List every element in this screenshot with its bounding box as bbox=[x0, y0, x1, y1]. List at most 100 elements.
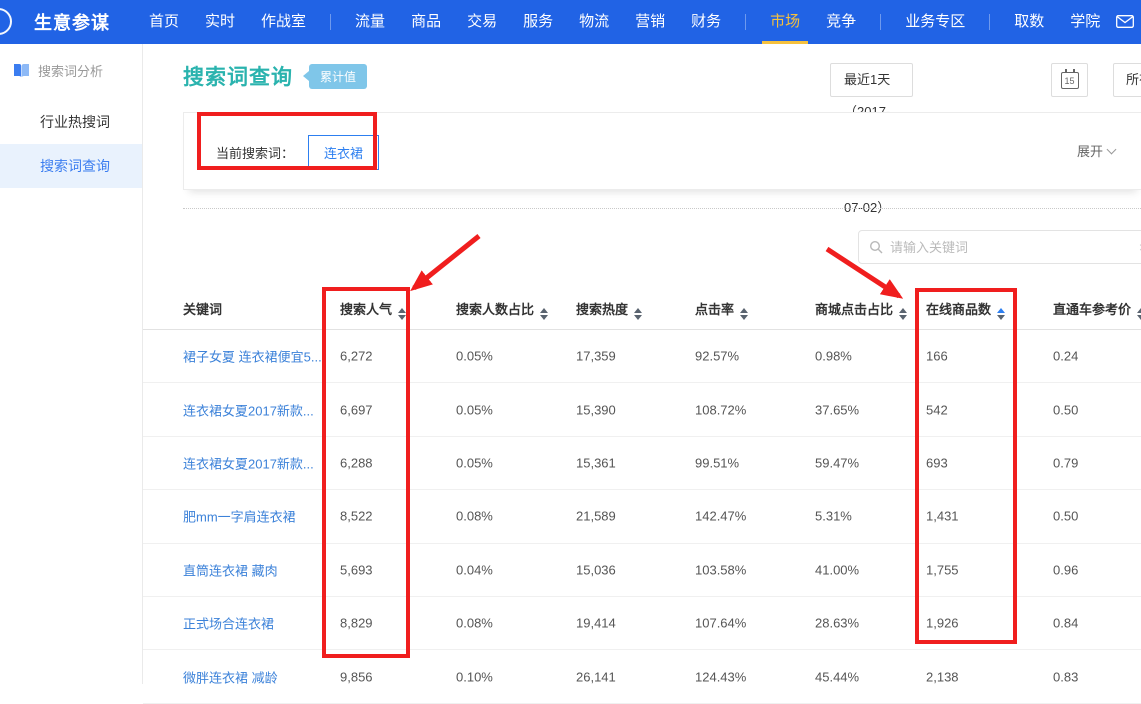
column-label-online-products: 在线商品数 bbox=[926, 302, 991, 317]
cell-mall-click-ratio: 5.31% bbox=[815, 509, 852, 524]
table-row: 直筒连衣裙 藏肉5,6930.04%15,036103.58%41.00%1,7… bbox=[143, 544, 1141, 597]
mail-icon[interactable] bbox=[1116, 15, 1134, 33]
sort-desc-arrow bbox=[1137, 315, 1141, 320]
sidebar-item-industry-hot-words[interactable]: 行业热搜词 bbox=[0, 100, 142, 144]
nav-item-logistics[interactable]: 物流 bbox=[579, 0, 609, 44]
sort-icon-click-rate[interactable] bbox=[740, 308, 748, 320]
column-header-search-popularity[interactable]: 搜索人气 bbox=[340, 290, 406, 330]
cell-search-popularity: 9,856 bbox=[340, 669, 373, 684]
cell-mall-click-ratio: 28.63% bbox=[815, 616, 859, 631]
sort-desc-arrow bbox=[634, 315, 642, 320]
sidebar-section-search-word-analysis[interactable]: 搜索词分析 bbox=[0, 44, 142, 80]
nav-item-war-room[interactable]: 作战室 bbox=[261, 0, 306, 44]
cell-click-rate: 103.58% bbox=[695, 562, 746, 577]
cell-search-heat: 21,589 bbox=[576, 509, 616, 524]
nav-item-realtime[interactable]: 实时 bbox=[205, 0, 235, 44]
app-logo-icon bbox=[0, 8, 12, 35]
column-header-search-heat[interactable]: 搜索热度 bbox=[576, 290, 642, 330]
table-header-row: 关键词 搜索人气 搜索人数占比 搜索热度 点击率 商城点击占比 在线商品数 直通车参考价 bbox=[143, 290, 1141, 330]
sidebar-item-search-word-query[interactable]: 搜索词查询 bbox=[0, 144, 142, 188]
nav-item-traffic[interactable]: 流量 bbox=[355, 0, 385, 44]
cell-search-popularity: 6,272 bbox=[340, 349, 373, 364]
nav-item-marketing[interactable]: 营销 bbox=[635, 0, 665, 44]
keyword-link[interactable]: 直筒连衣裙 藏肉 bbox=[183, 560, 278, 579]
current-search-filter-card: 当前搜索词： 连衣裙 展开 bbox=[183, 112, 1141, 190]
cell-search-heat: 26,141 bbox=[576, 669, 616, 684]
column-header-mall-click-ratio[interactable]: 商城点击占比 bbox=[815, 290, 907, 330]
sort-icon-search-popularity[interactable] bbox=[398, 308, 406, 320]
keyword-search-input[interactable] bbox=[890, 240, 1132, 255]
sort-asc-arrow bbox=[997, 308, 1005, 313]
cell-click-rate: 107.64% bbox=[695, 616, 746, 631]
cell-online-products: 2,138 bbox=[926, 669, 959, 684]
ledger-book-icon bbox=[13, 63, 30, 78]
nav-item-competition[interactable]: 竞争 bbox=[826, 0, 856, 44]
keyword-link[interactable]: 肥mm一字肩连衣裙 bbox=[183, 507, 296, 526]
column-header-searcher-ratio[interactable]: 搜索人数占比 bbox=[456, 290, 548, 330]
cell-search-popularity: 8,829 bbox=[340, 616, 373, 631]
nav-item-market[interactable]: 市场 bbox=[770, 0, 800, 44]
sort-icon-ppc-reference-price[interactable] bbox=[1137, 308, 1141, 320]
nav-item-finance[interactable]: 财务 bbox=[691, 0, 721, 44]
cell-ppc-reference-price: 0.83 bbox=[1053, 669, 1078, 684]
nav-item-service[interactable]: 服务 bbox=[523, 0, 553, 44]
search-term-tag[interactable]: 连衣裙 bbox=[308, 135, 379, 170]
column-label-keyword: 关键词 bbox=[183, 302, 222, 317]
sort-desc-arrow bbox=[997, 315, 1005, 320]
sort-asc-arrow bbox=[1137, 308, 1141, 313]
nav-item-trade[interactable]: 交易 bbox=[467, 0, 497, 44]
table-row: 连衣裙女夏2017新款...6,6970.05%15,390108.72%37.… bbox=[143, 383, 1141, 436]
nav-item-academy[interactable]: 学院 bbox=[1070, 0, 1100, 44]
column-header-online-products[interactable]: 在线商品数 bbox=[926, 290, 1005, 330]
nav-item-business-zone[interactable]: 业务专区 bbox=[905, 0, 965, 44]
date-range-selector[interactable]: 最近1天（2017-07-02~2017-07-02） bbox=[830, 63, 913, 97]
sort-asc-arrow bbox=[398, 308, 406, 313]
column-header-ppc-reference-price[interactable]: 直通车参考价 bbox=[1053, 290, 1141, 330]
keyword-link[interactable]: 裙子女夏 连衣裙便宜5... bbox=[183, 347, 322, 366]
cell-search-heat: 15,036 bbox=[576, 562, 616, 577]
page-title-row: 搜索词查询 累计值 bbox=[183, 61, 367, 91]
nav-item-product[interactable]: 商品 bbox=[411, 0, 441, 44]
sort-icon-searcher-ratio[interactable] bbox=[540, 308, 548, 320]
sort-icon-online-products[interactable] bbox=[997, 308, 1005, 320]
keyword-link[interactable]: 微胖连衣裙 减龄 bbox=[183, 667, 278, 686]
cell-mall-click-ratio: 41.00% bbox=[815, 562, 859, 577]
column-label-search-popularity: 搜索人气 bbox=[340, 302, 392, 317]
cell-searcher-ratio: 0.08% bbox=[456, 616, 493, 631]
column-header-click-rate[interactable]: 点击率 bbox=[695, 290, 748, 330]
cell-ppc-reference-price: 0.79 bbox=[1053, 455, 1078, 470]
cell-searcher-ratio: 0.04% bbox=[456, 562, 493, 577]
calendar-button[interactable]: 15 bbox=[1051, 63, 1088, 97]
keyword-link[interactable]: 连衣裙女夏2017新款... bbox=[183, 453, 314, 472]
cell-click-rate: 99.51% bbox=[695, 455, 739, 470]
column-label-searcher-ratio: 搜索人数占比 bbox=[456, 302, 534, 317]
nav-item-data-extract[interactable]: 取数 bbox=[1014, 0, 1044, 44]
sort-icon-mall-click-ratio[interactable] bbox=[899, 308, 907, 320]
keyword-link[interactable]: 正式场合连衣裙 bbox=[183, 614, 274, 633]
sidebar-menu: 行业热搜词搜索词查询 bbox=[0, 100, 142, 188]
brand-logo[interactable]: 生意参谋 bbox=[34, 9, 110, 35]
nav-item-home[interactable]: 首页 bbox=[149, 0, 179, 44]
column-label-search-heat: 搜索热度 bbox=[576, 302, 628, 317]
keyword-link[interactable]: 连衣裙女夏2017新款... bbox=[183, 400, 314, 419]
table-row: 肥mm一字肩连衣裙8,5220.08%21,589142.47%5.31%1,4… bbox=[143, 490, 1141, 543]
cell-ppc-reference-price: 0.84 bbox=[1053, 616, 1078, 631]
cumulative-value-badge: 累计值 bbox=[309, 64, 367, 89]
search-icon bbox=[869, 240, 883, 254]
nav-divider bbox=[330, 14, 331, 30]
terminal-selector[interactable]: 所有终端 bbox=[1113, 63, 1141, 97]
sort-desc-arrow bbox=[540, 315, 548, 320]
cell-search-heat: 15,361 bbox=[576, 455, 616, 470]
cell-search-popularity: 6,288 bbox=[340, 455, 373, 470]
cell-searcher-ratio: 0.10% bbox=[456, 669, 493, 684]
cell-search-heat: 15,390 bbox=[576, 402, 616, 417]
cell-click-rate: 92.57% bbox=[695, 349, 739, 364]
column-label-click-rate: 点击率 bbox=[695, 302, 734, 317]
expand-toggle[interactable]: 展开 bbox=[1077, 141, 1115, 160]
cell-search-popularity: 6,697 bbox=[340, 402, 373, 417]
sort-asc-arrow bbox=[740, 308, 748, 313]
cell-online-products: 1,431 bbox=[926, 509, 959, 524]
keyword-search-box: × bbox=[858, 230, 1141, 264]
cell-ppc-reference-price: 0.96 bbox=[1053, 562, 1078, 577]
sort-icon-search-heat[interactable] bbox=[634, 308, 642, 320]
